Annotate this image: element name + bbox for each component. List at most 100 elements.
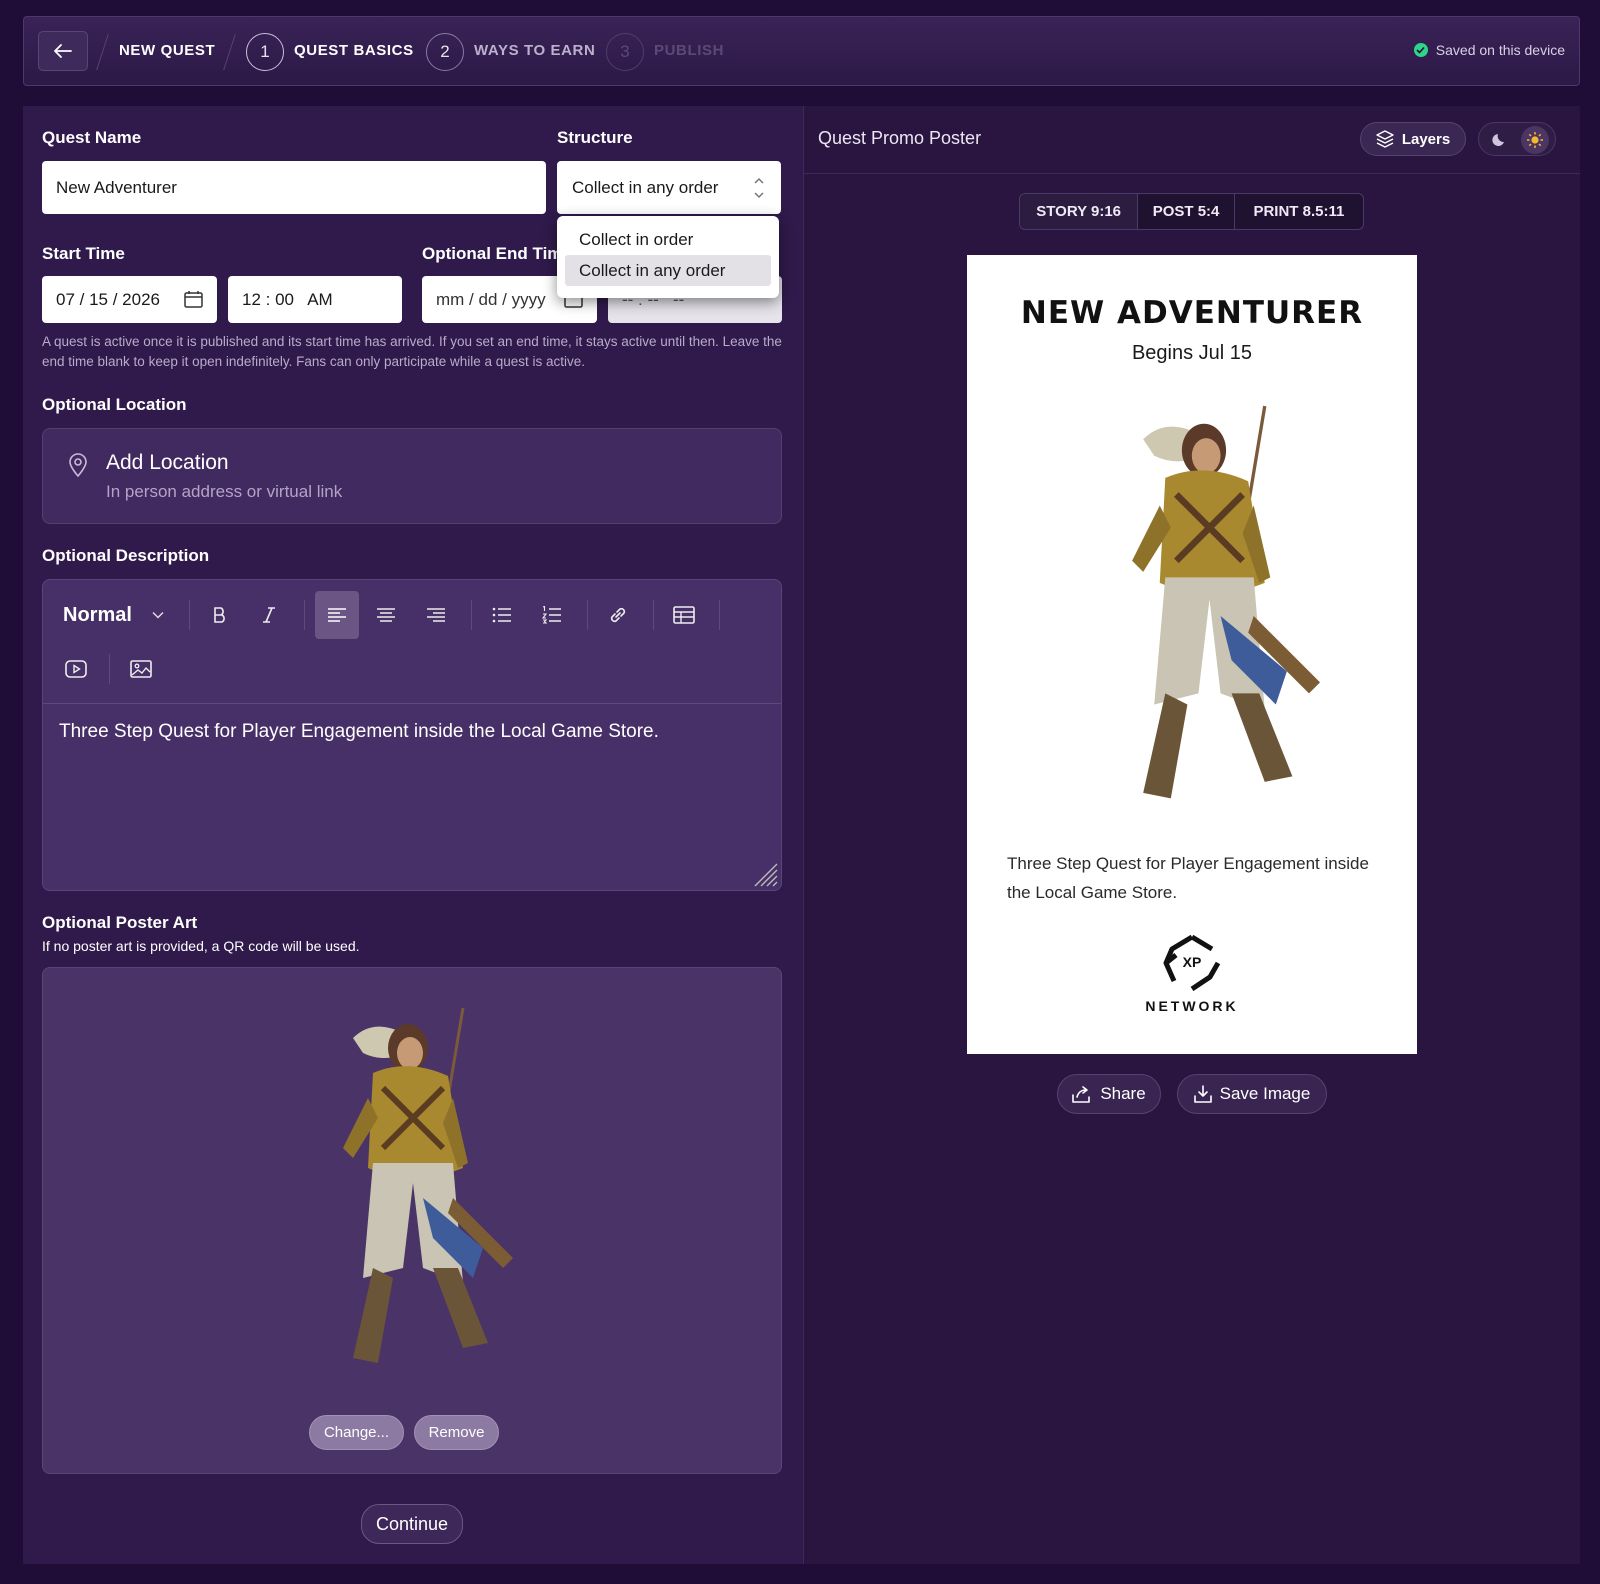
poster-logo-text: NETWORK	[1145, 998, 1239, 1014]
breadcrumb-separator	[96, 33, 109, 71]
share-label: Share	[1100, 1084, 1146, 1103]
moon-icon[interactable]	[1487, 127, 1513, 153]
table-icon	[673, 606, 695, 624]
poster-art-label: Optional Poster Art	[42, 913, 198, 932]
image-button[interactable]	[119, 645, 163, 693]
poster-adventurer-image	[1132, 405, 1321, 799]
align-right-icon	[427, 608, 445, 622]
quest-name-label: Quest Name	[42, 128, 142, 147]
numbered-list-button[interactable]	[530, 591, 574, 639]
bulleted-list-button[interactable]	[480, 591, 524, 639]
structure-dropdown: Collect in order Collect in any order	[557, 216, 779, 298]
tab-print[interactable]: PRINT 8.5:11	[1235, 194, 1363, 229]
layers-label: Layers	[1401, 130, 1451, 148]
bold-button[interactable]	[198, 591, 242, 639]
step-1-label[interactable]: QUEST BASICS	[294, 42, 414, 59]
toolbar-divider	[189, 600, 190, 630]
structure-label: Structure	[557, 128, 633, 147]
toolbar-divider	[471, 600, 472, 630]
poster-subtitle: Begins Jul 15	[1131, 342, 1253, 364]
align-right-button[interactable]	[414, 591, 458, 639]
tab-post[interactable]: POST 5:4	[1138, 194, 1235, 229]
calendar-icon[interactable]	[184, 290, 203, 308]
continue-button[interactable]: Continue	[361, 1504, 463, 1544]
italic-icon	[263, 607, 275, 623]
breadcrumb-new-quest[interactable]: NEW QUEST	[119, 42, 215, 59]
end-date-placeholder: mm / dd / yyyy	[436, 289, 546, 309]
download-icon	[1193, 1085, 1212, 1103]
save-image-button[interactable]: Save Image	[1177, 1074, 1327, 1114]
adventurer-art-image	[343, 1007, 513, 1363]
layers-button[interactable]: Layers	[1360, 122, 1466, 156]
theme-toggle[interactable]	[1478, 122, 1556, 156]
save-image-label: Save Image	[1219, 1084, 1311, 1103]
save-status-text: Saved on this device	[1435, 42, 1565, 58]
link-icon	[610, 607, 626, 623]
step-3-label: PUBLISH	[654, 42, 725, 59]
align-left-icon	[328, 608, 346, 622]
structure-value: Collect in any order	[572, 177, 719, 197]
video-icon	[65, 660, 87, 678]
table-button[interactable]	[662, 591, 706, 639]
video-button[interactable]	[54, 645, 98, 693]
quest-name-value: New Adventurer	[56, 177, 177, 197]
preview-title: Quest Promo Poster	[818, 128, 982, 148]
format-tabs: STORY 9:16 POST 5:4 PRINT 8.5:11	[1019, 193, 1364, 230]
tab-story[interactable]: STORY 9:16	[1020, 194, 1139, 229]
align-center-icon	[377, 608, 395, 622]
toolbar-divider	[719, 600, 720, 630]
format-value: Normal	[63, 603, 132, 626]
poster-description: Three Step Quest for Player Engagement i…	[1007, 854, 1369, 902]
resize-handle-icon[interactable]	[753, 862, 779, 888]
quest-name-input[interactable]: New Adventurer	[42, 161, 546, 214]
toolbar-divider	[587, 600, 588, 630]
add-location-subtitle: In person address or virtual link	[106, 482, 343, 501]
toolbar-divider	[109, 654, 110, 684]
location-label: Optional Location	[42, 395, 187, 414]
start-time-value: 12 : 00 AM	[242, 289, 333, 309]
arrow-left-icon	[54, 44, 72, 58]
bold-icon	[214, 607, 225, 623]
align-center-button[interactable]	[364, 591, 408, 639]
start-time-label: Start Time	[42, 244, 125, 263]
share-button[interactable]: Share	[1057, 1074, 1161, 1114]
bulleted-list-icon	[492, 607, 511, 623]
share-icon	[1072, 1086, 1091, 1103]
change-art-button[interactable]: Change...	[309, 1415, 404, 1450]
structure-option-in-order[interactable]: Collect in order	[565, 224, 771, 255]
italic-button[interactable]	[247, 591, 291, 639]
wizard-header: NEW QUEST 1 QUEST BASICS 2 WAYS TO EARN …	[23, 16, 1580, 86]
select-arrows-icon	[754, 177, 764, 199]
description-text[interactable]: Three Step Quest for Player Engagement i…	[59, 721, 759, 743]
poster-preview: NEW ADVENTURER Begins Jul 15 Three Step …	[967, 255, 1417, 1054]
layers-icon	[1376, 130, 1394, 148]
image-icon	[130, 660, 152, 678]
back-button[interactable]	[38, 31, 88, 71]
step-1-number[interactable]: 1	[246, 33, 284, 71]
remove-art-button[interactable]: Remove	[414, 1415, 499, 1450]
start-time-input[interactable]: 12 : 00 AM	[228, 276, 402, 323]
start-date-input[interactable]: 07 / 15 / 2026	[42, 276, 217, 323]
check-circle-icon	[1413, 43, 1428, 57]
add-location-button[interactable]: Add Location In person address or virtua…	[42, 428, 782, 524]
poster-art-dropzone: Change... Remove	[42, 967, 782, 1474]
description-editor: Normal Three Step Quest for Player Engag…	[42, 579, 782, 891]
active-help-text: A quest is active once it is published a…	[42, 334, 782, 369]
structure-option-any-order[interactable]: Collect in any order	[565, 255, 771, 286]
map-pin-icon	[69, 453, 87, 478]
step-3-number: 3	[606, 33, 644, 71]
poster-art-help: If no poster art is provided, a QR code …	[42, 938, 360, 954]
start-date-value: 07 / 15 / 2026	[56, 289, 160, 309]
toolbar-bottom-divider	[43, 703, 781, 704]
step-2-label[interactable]: WAYS TO EARN	[474, 42, 595, 59]
format-select[interactable]: Normal	[63, 600, 173, 630]
add-location-title: Add Location	[106, 451, 229, 474]
align-left-button[interactable]	[315, 591, 359, 639]
end-time-label: Optional End Tim	[422, 244, 563, 263]
link-button[interactable]	[596, 591, 640, 639]
toolbar-divider	[304, 600, 305, 630]
description-label: Optional Description	[42, 546, 210, 565]
step-2-number[interactable]: 2	[426, 33, 464, 71]
sun-icon[interactable]	[1521, 126, 1549, 154]
structure-select[interactable]: Collect in any order	[557, 161, 781, 214]
